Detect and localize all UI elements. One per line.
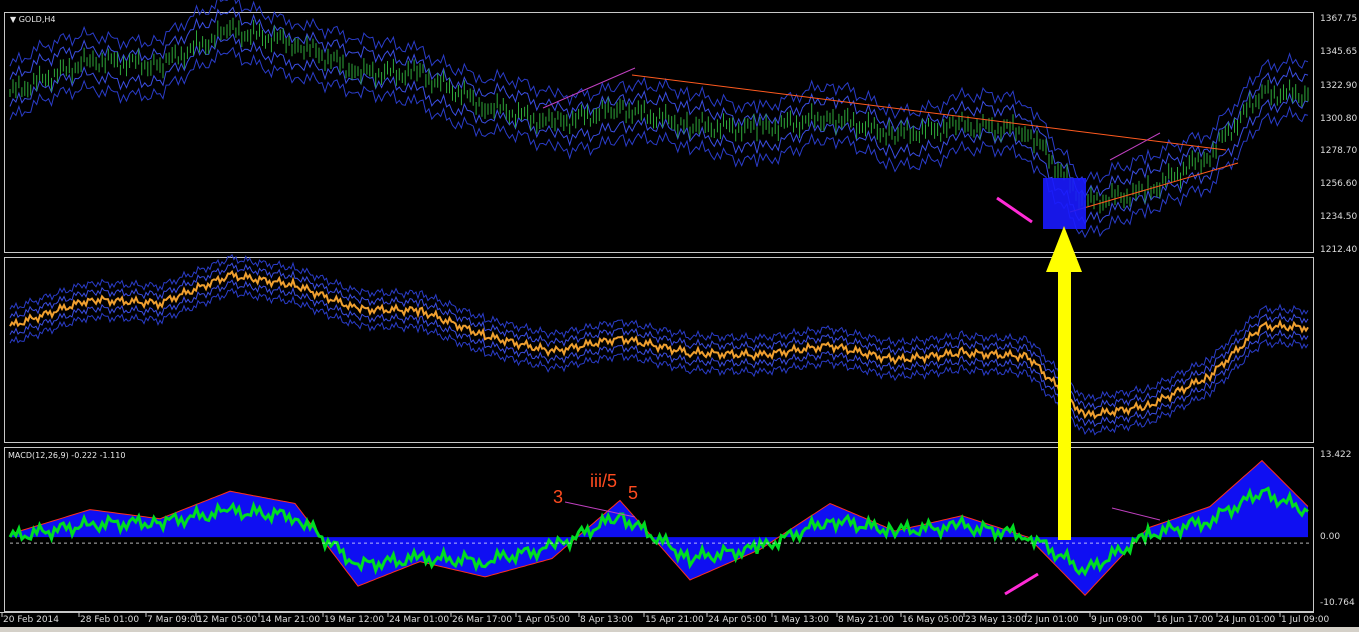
price-bars: [9, 17, 1309, 214]
price-tick-label: 1345.65: [1320, 46, 1358, 57]
time-tick-label: 7 Mar 09:00: [147, 615, 202, 625]
time-tick-label: 23 May 13:00: [965, 615, 1027, 625]
time-tick-label: 16 May 05:00: [902, 615, 964, 625]
time-tick-label: 15 Apr 21:00: [645, 615, 704, 625]
time-tick-label: 24 Apr 05:00: [708, 615, 767, 625]
elliott-label-3: 5: [628, 483, 638, 503]
price-tick-label: 1322.90: [1320, 80, 1358, 91]
price-magenta-trend-1: [542, 67, 636, 109]
price-magenta-trend-2: [1109, 132, 1161, 161]
elliott-label-2: iii/5: [590, 471, 617, 491]
time-tick-label: 12 Mar 05:00: [197, 615, 258, 625]
time-tick-label: 28 Feb 01:00: [80, 615, 140, 625]
macd-histogram-area: [10, 460, 1308, 596]
macd-wave-marker: [1004, 572, 1039, 596]
price-band-4: [9, 0, 1309, 185]
time-tick-label: 1 May 13:00: [773, 615, 829, 625]
time-tick-label: 2 Jun 01:00: [1027, 615, 1079, 625]
macd-tick-label: 0.00: [1320, 532, 1341, 543]
highlight-box: [1043, 178, 1086, 229]
trendline-upper: [631, 74, 1227, 151]
arrow-shaft: [1058, 270, 1071, 540]
indicator-band-4: [9, 253, 1309, 402]
price-tick-label: 1300.80: [1320, 113, 1358, 124]
time-tick-label: 26 Mar 17:00: [452, 615, 513, 625]
time-axis-line: [0, 612, 1314, 613]
price-band-2: [9, 33, 1309, 225]
chart-canvas: 3 iii/5 5: [1, 0, 1310, 617]
price-tick-label: 1234.50: [1320, 212, 1358, 223]
status-bar: [0, 627, 1359, 632]
time-tick-label: 16 Jun 17:00: [1156, 615, 1214, 625]
chart-title: ▼ GOLD,H4: [10, 15, 55, 24]
macd-title: MACD(12,26,9) -0.222 -1.110: [8, 451, 126, 460]
time-tick-label: 8 Apr 13:00: [580, 615, 633, 625]
time-tick-label: 8 May 21:00: [838, 615, 894, 625]
price-band-3: [9, 6, 1309, 199]
price-band-1: [9, 46, 1309, 239]
elliott-label-1: 3: [553, 487, 563, 507]
arrow-head: [1046, 226, 1082, 272]
time-tick-label: 1 Apr 05:00: [517, 615, 570, 625]
price-tick-label: 1367.75: [1320, 14, 1358, 24]
price-tick-label: 1278.70: [1320, 146, 1358, 157]
chart-window: 3 iii/5 5 ▼ GOLD,H4 MACD(12,26,9) -0.222 -…: [0, 0, 1359, 632]
panel-menu-icon[interactable]: ▼: [10, 15, 16, 24]
time-tick-label: 14 Mar 21:00: [260, 615, 321, 625]
time-tick-label: 1 Jul 09:00: [1281, 615, 1330, 625]
price-wave-marker: [996, 196, 1033, 224]
macd-tick-label: -10.764: [1320, 598, 1355, 608]
time-tick-label: 9 Jun 09:00: [1091, 615, 1143, 625]
time-tick-label: 19 Mar 12:00: [324, 615, 385, 625]
time-tick-label: 24 Mar 01:00: [389, 615, 450, 625]
price-tick-label: 1212.40: [1320, 245, 1358, 255]
time-tick-label: 20 Feb 2014: [3, 615, 60, 625]
macd-magenta-trend-2: [1111, 507, 1161, 521]
main-title-text: GOLD,H4: [18, 15, 56, 24]
macd-tick-label: 13.422: [1320, 450, 1352, 460]
price-tick-label: 1256.60: [1320, 179, 1358, 190]
time-tick-label: 24 Jun 01:00: [1218, 615, 1276, 625]
